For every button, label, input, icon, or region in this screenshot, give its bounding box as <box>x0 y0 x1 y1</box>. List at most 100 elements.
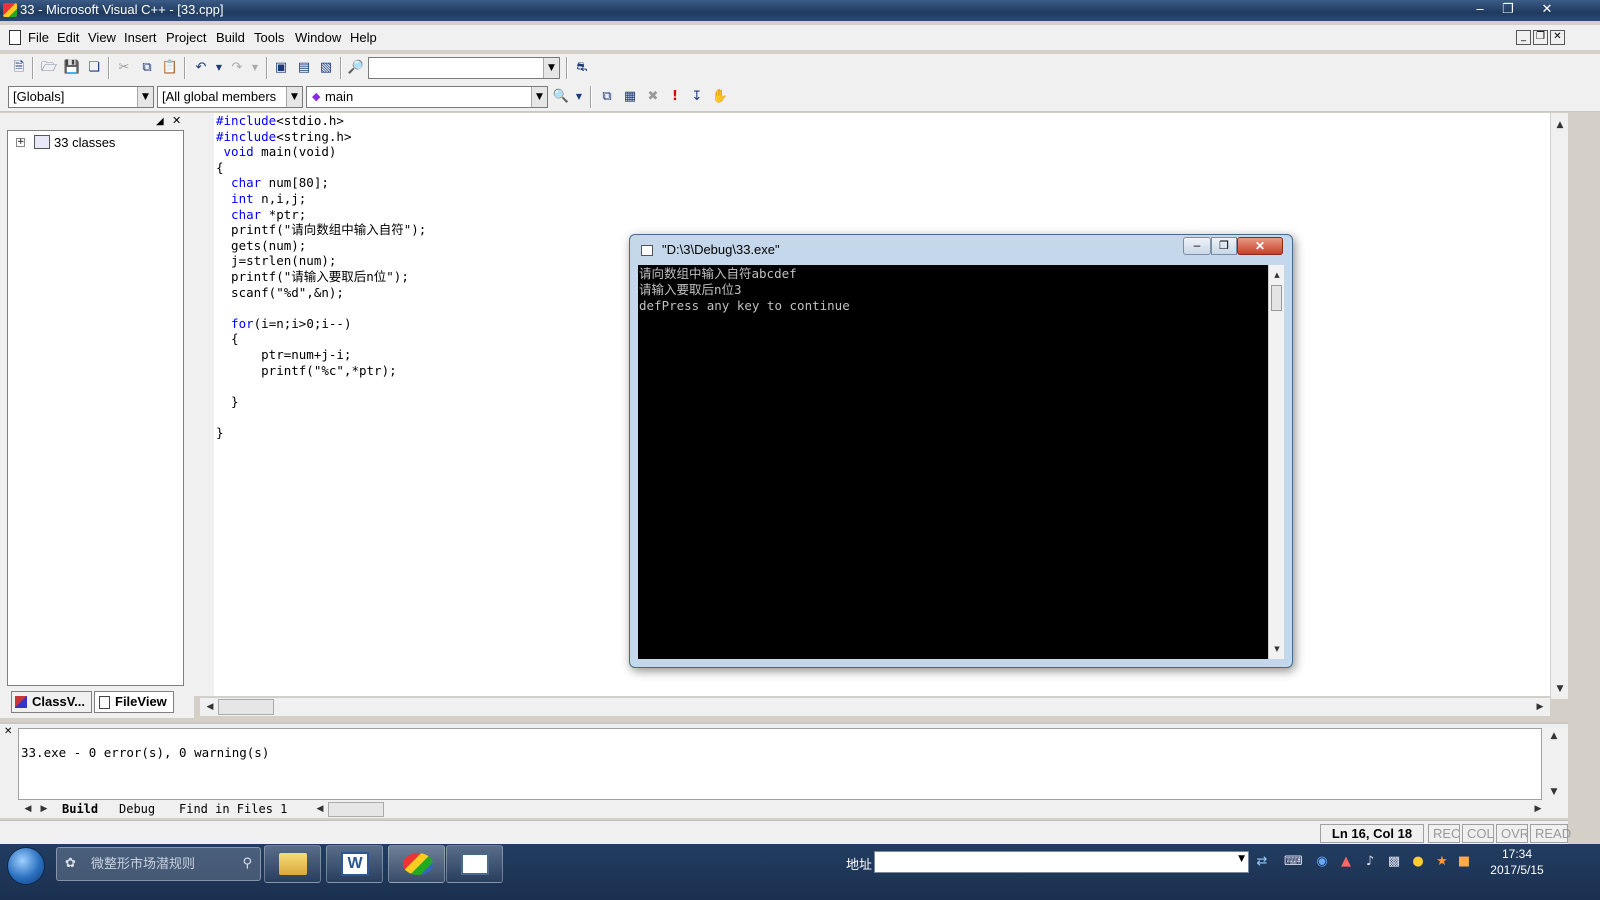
chevron-down-icon[interactable]: ▼ <box>286 87 302 107</box>
mdi-close-button[interactable]: ✕ <box>1550 30 1565 45</box>
chevron-down-icon[interactable]: ▼ <box>1238 854 1245 864</box>
find-binoculars-icon[interactable]: ⛐ <box>573 59 591 77</box>
scroll-down-icon[interactable]: ▼ <box>1552 681 1568 697</box>
breakpoint-hand-icon[interactable]: ✋ <box>711 88 729 106</box>
taskbar-search[interactable]: ✿ 微整形市场潜规则 ⚲ <box>56 847 261 881</box>
word-task-button[interactable]: W <box>326 845 383 883</box>
tree-root-label[interactable]: 33 classes <box>54 135 115 150</box>
tab-classview[interactable]: ClassV... <box>11 691 93 713</box>
security-icon[interactable]: ▲ <box>1338 854 1354 870</box>
find-in-files-icon[interactable]: 🔎 <box>347 59 365 77</box>
redo-dropdown-icon[interactable]: ▼ <box>246 59 264 77</box>
build-icon[interactable]: ▦ <box>621 88 639 106</box>
chevron-down-icon[interactable]: ▼ <box>137 87 153 107</box>
cut-icon[interactable]: ✂ <box>115 59 133 77</box>
menu-tools[interactable]: Tools <box>254 30 284 45</box>
new-file-icon[interactable]: 🗎 <box>10 59 28 77</box>
output-hscroll-left-icon[interactable]: ◀ <box>312 801 328 817</box>
menu-help[interactable]: Help <box>350 30 377 45</box>
restore-window-button[interactable]: ❐ <box>1494 0 1522 18</box>
menu-window[interactable]: Window <box>295 30 341 45</box>
menu-edit[interactable]: Edit <box>57 30 79 45</box>
visual-cpp-task-button[interactable] <box>388 845 445 883</box>
function-combo[interactable]: ◆ main ▼ <box>306 86 548 108</box>
refresh-icon[interactable]: ⇄ <box>1254 854 1270 870</box>
window-list-icon[interactable]: ▧ <box>317 59 335 77</box>
menu-build[interactable]: Build <box>216 30 245 45</box>
console-scroll-up-icon[interactable]: ▲ <box>1269 267 1285 283</box>
mdi-minimize-button[interactable]: _ <box>1516 30 1531 45</box>
volume-icon[interactable]: ♪ <box>1362 854 1378 870</box>
redo-icon[interactable]: ↷ <box>228 59 246 77</box>
monitor-icon[interactable]: ▩ <box>1386 854 1402 870</box>
find-combo[interactable]: ▼ <box>368 57 560 79</box>
update-icon[interactable]: ★ <box>1434 854 1450 870</box>
stop-build-icon[interactable]: ✖ <box>644 88 662 106</box>
tab-fileview[interactable]: FileView <box>94 691 174 713</box>
output-hscroll-right-icon[interactable]: ▶ <box>1530 801 1546 817</box>
dock-icon[interactable]: ◢ <box>156 116 164 127</box>
console-maximize-button[interactable]: ❐ <box>1211 237 1237 255</box>
explorer-task-button[interactable] <box>264 845 321 883</box>
tab-scroll-right-icon[interactable]: ▶ <box>36 801 52 817</box>
scroll-left-icon[interactable]: ◀ <box>202 699 218 715</box>
scroll-up-icon[interactable]: ▲ <box>1552 117 1568 133</box>
tab-debug[interactable]: Debug <box>119 801 155 818</box>
save-all-icon[interactable]: ❏ <box>85 59 103 77</box>
console-minimize-button[interactable]: – <box>1183 237 1211 255</box>
expand-icon[interactable]: + <box>16 138 25 147</box>
scope-combo[interactable]: [Globals] ▼ <box>8 86 154 108</box>
mdi-restore-button[interactable]: ❐ <box>1533 30 1548 45</box>
copy-icon[interactable]: ⧉ <box>138 59 156 77</box>
close-window-button[interactable]: ✕ <box>1530 0 1564 18</box>
qq-icon[interactable]: ● <box>1410 854 1426 870</box>
output-scroll-thumb[interactable] <box>328 802 384 817</box>
output-window-icon[interactable]: ▤ <box>295 59 313 77</box>
close-output-icon[interactable]: ✕ <box>4 726 12 737</box>
save-icon[interactable]: 💾 <box>63 59 81 77</box>
wizard-dropdown-icon[interactable]: ▼ <box>570 88 588 106</box>
tab-build[interactable]: Build <box>62 801 98 818</box>
paste-icon[interactable]: 📋 <box>161 59 179 77</box>
output-scroll-up-icon[interactable]: ▲ <box>1546 728 1562 744</box>
chevron-down-icon[interactable]: ▼ <box>543 58 559 78</box>
tab-find-in-files[interactable]: Find in Files 1 <box>179 801 287 818</box>
console-close-button[interactable]: ✕ <box>1237 237 1283 255</box>
menu-view[interactable]: View <box>88 30 116 45</box>
menu-project[interactable]: Project <box>166 30 206 45</box>
members-combo[interactable]: [All global members ▼ <box>157 86 303 108</box>
undo-dropdown-icon[interactable]: ▼ <box>210 59 228 77</box>
address-input[interactable]: ▼ <box>874 851 1249 873</box>
menu-file[interactable]: File <box>28 30 49 45</box>
search-icon[interactable]: ⚲ <box>242 848 252 880</box>
close-panel-icon[interactable]: ✕ <box>172 114 181 127</box>
clock[interactable]: 17:34 2017/5/15 <box>1472 846 1562 878</box>
tab-scroll-left-icon[interactable]: ◀ <box>20 801 36 817</box>
undo-icon[interactable]: ↶ <box>192 59 210 77</box>
network-globe-icon[interactable]: ◉ <box>1314 854 1330 870</box>
scroll-right-icon[interactable]: ▶ <box>1532 699 1548 715</box>
console-output: 请向数组中输入自符abcdef 请输入要取后n位3 defPress any key… <box>638 265 1268 659</box>
editor-vertical-scrollbar[interactable]: ▲ ▼ <box>1550 113 1568 699</box>
console-scroll-down-icon[interactable]: ▼ <box>1269 641 1285 657</box>
wizard-action-icon[interactable]: 🔍 <box>552 88 570 106</box>
open-folder-icon[interactable]: 🗁 <box>40 59 58 77</box>
console-task-button[interactable] <box>446 845 503 883</box>
start-button[interactable] <box>7 847 45 885</box>
code-line: char *ptr; <box>216 207 426 223</box>
output-scroll-down-icon[interactable]: ▼ <box>1546 784 1562 800</box>
tray-app-icon[interactable]: ■ <box>1456 854 1472 870</box>
compile-icon[interactable]: ⧉ <box>598 88 616 106</box>
go-icon[interactable]: ↧ <box>688 88 706 106</box>
execute-icon[interactable]: ! <box>666 88 684 106</box>
console-scrollbar[interactable]: ▲ ▼ <box>1268 265 1284 659</box>
chevron-down-icon[interactable]: ▼ <box>531 87 547 107</box>
keyboard-icon[interactable]: ⌨ <box>1284 854 1303 870</box>
minimize-window-button[interactable]: – <box>1466 0 1494 18</box>
workspace-icon[interactable]: ▣ <box>272 59 290 77</box>
editor-horizontal-scrollbar[interactable]: ◀ ▶ <box>200 697 1550 716</box>
console-scroll-thumb[interactable] <box>1271 285 1282 311</box>
console-window[interactable]: "D:\3\Debug\33.exe" – ❐ ✕ 请向数组中输入自符abcde… <box>629 234 1293 668</box>
scroll-thumb[interactable] <box>218 699 274 715</box>
menu-insert[interactable]: Insert <box>124 30 157 45</box>
